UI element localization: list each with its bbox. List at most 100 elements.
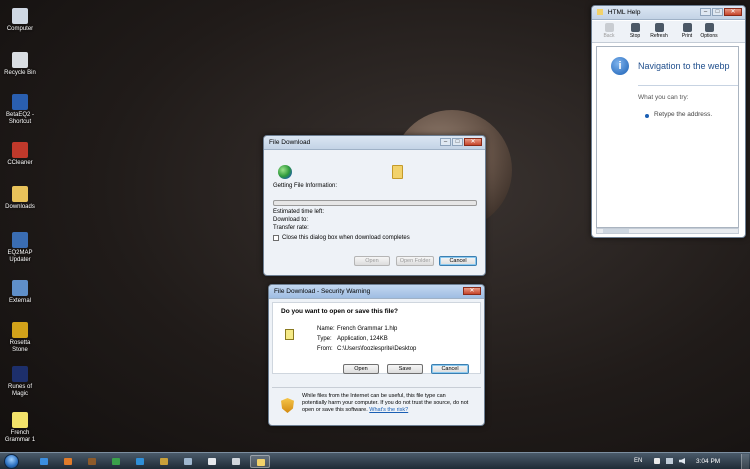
taskbar-app-2[interactable]	[106, 455, 126, 468]
warning-text-line-3: open or save this software. What's the r…	[302, 407, 408, 413]
help-window-icon	[597, 9, 603, 16]
taskbar-app-1[interactable]	[82, 455, 102, 468]
close-button[interactable]: ✕	[724, 8, 742, 16]
open-button[interactable]: Open	[343, 364, 379, 374]
refresh-icon	[654, 23, 664, 32]
eq2map-icon	[12, 232, 28, 248]
desktop-icon-label: Downloads	[5, 204, 35, 210]
desktop-icon-5[interactable]: EQ2MAP Updater	[2, 232, 38, 264]
name-value: French Grammar 1.hlp	[337, 326, 398, 332]
back-button[interactable]: Back	[598, 23, 620, 39]
file-download-title: File Download	[269, 139, 311, 146]
desktop-icon-6[interactable]: External	[2, 280, 38, 305]
from-value: C:\Users\foozlesprite\Desktop	[337, 346, 417, 352]
desktop-icon-label: CCleaner	[7, 160, 33, 166]
cancel-button[interactable]: Cancel	[439, 256, 477, 266]
desktop-icon-label: French Grammar 1	[4, 430, 36, 443]
help-content-frame: i Navigation to the webp What you can tr…	[596, 46, 739, 228]
computer-icon	[12, 8, 28, 24]
taskbar-app-2-icon	[112, 458, 120, 465]
open-folder-button[interactable]: Open Folder	[396, 256, 434, 266]
options-icon	[704, 23, 714, 32]
html-help-title: HTML Help	[607, 9, 641, 16]
taskbar-app-6[interactable]	[202, 455, 222, 468]
retype-hint: Retype the address.	[654, 111, 713, 118]
taskbar-app-4[interactable]	[154, 455, 174, 468]
from-label: From:	[317, 346, 333, 352]
help-toolbar: Back Stop Refresh Print Options	[592, 21, 745, 43]
close-button[interactable]: ✕	[464, 138, 482, 146]
taskbar: EN 3:04 PM	[0, 452, 750, 469]
save-button[interactable]: Save	[387, 364, 423, 374]
taskbar-firefox-icon	[64, 458, 72, 465]
desktop-icon-4[interactable]: Downloads	[2, 186, 38, 211]
risk-link[interactable]: What's the risk?	[369, 407, 408, 413]
cancel-button[interactable]: Cancel	[431, 364, 469, 374]
tray-flag-icon[interactable]	[654, 458, 660, 464]
desktop-icon-label: External	[8, 298, 31, 304]
type-label: Type:	[317, 336, 332, 342]
rosetta-stone-icon	[12, 322, 28, 338]
desktop-icon-8[interactable]: Runes of Magic	[2, 366, 38, 398]
html-help-titlebar[interactable]: HTML Help – □ ✕	[592, 6, 745, 20]
toolbar-label: Print	[681, 33, 693, 39]
name-label: Name:	[317, 326, 335, 332]
desktop-icon-0[interactable]: Computer	[2, 8, 38, 33]
warning-shield-icon	[281, 398, 294, 413]
security-warning-titlebar[interactable]: File Download - Security Warning ✕	[269, 285, 484, 299]
divider	[272, 387, 481, 388]
horizontal-scrollbar[interactable]	[596, 228, 739, 234]
start-button[interactable]	[4, 454, 19, 469]
bullet-icon	[645, 114, 649, 118]
taskbar-help-app[interactable]	[250, 455, 270, 468]
heading-divider	[638, 85, 738, 86]
taskbar-ie[interactable]	[34, 455, 54, 468]
print-button[interactable]: Print	[676, 23, 698, 39]
close-on-complete-checkbox[interactable]	[273, 235, 279, 241]
taskbar-app-5[interactable]	[178, 455, 198, 468]
language-indicator[interactable]: EN	[634, 458, 642, 464]
maximize-button[interactable]: □	[452, 138, 463, 146]
tray-volume-icon[interactable]	[679, 458, 685, 464]
file-download-titlebar[interactable]: File Download – □ ✕	[264, 136, 485, 150]
taskbar-app-6-icon	[208, 458, 216, 465]
desktop-icon-9[interactable]: French Grammar 1	[2, 412, 38, 444]
desktop-icon-3[interactable]: CCleaner	[2, 142, 38, 167]
downloads-folder-icon	[12, 186, 28, 202]
options-button[interactable]: Options	[698, 23, 720, 39]
desktop-icon-1[interactable]: Recycle Bin	[2, 52, 38, 77]
open-button[interactable]: Open	[354, 256, 390, 266]
minimize-button[interactable]: –	[440, 138, 451, 146]
refresh-button[interactable]: Refresh	[648, 23, 670, 39]
try-label: What you can try:	[638, 94, 689, 101]
scrollbar-thumb[interactable]	[603, 229, 629, 233]
desktop-icon-2[interactable]: BetaEQ2 - Shortcut	[2, 94, 38, 126]
desktop-icon-label: BetaEQ2 - Shortcut	[5, 112, 34, 125]
estimated-time-label: Estimated time left:	[273, 209, 325, 215]
taskbar-app-7[interactable]	[226, 455, 246, 468]
desktop-icon-7[interactable]: Rosetta Stone	[2, 322, 38, 354]
tray-network-icon[interactable]	[666, 458, 673, 464]
taskbar-firefox[interactable]	[58, 455, 78, 468]
warning-text-3: open or save this software.	[302, 407, 368, 413]
taskbar-app-3[interactable]	[130, 455, 150, 468]
toolbar-label: Refresh	[650, 33, 668, 39]
stop-button[interactable]: Stop	[624, 23, 646, 39]
close-button[interactable]: ✕	[463, 287, 481, 295]
type-value: Application, 124KB	[337, 336, 388, 342]
show-desktop-button[interactable]	[741, 454, 749, 469]
toolbar-label: Options	[700, 33, 718, 39]
folder-icon	[392, 165, 403, 179]
info-icon: i	[611, 57, 629, 75]
save-question: Do you want to open or save this file?	[281, 308, 399, 315]
download-to-label: Download to:	[273, 217, 309, 223]
maximize-button[interactable]: □	[712, 8, 723, 16]
taskbar-app-7-icon	[232, 458, 240, 465]
clock[interactable]: 3:04 PM	[696, 458, 720, 465]
help-file-icon	[12, 412, 28, 428]
minimize-button[interactable]: –	[700, 8, 711, 16]
close-on-complete-label[interactable]: Close this dialog box when download comp…	[282, 235, 410, 241]
back-arrow-icon	[604, 23, 614, 32]
taskbar-app-1-icon	[88, 458, 96, 465]
taskbar-app-4-icon	[160, 458, 168, 465]
